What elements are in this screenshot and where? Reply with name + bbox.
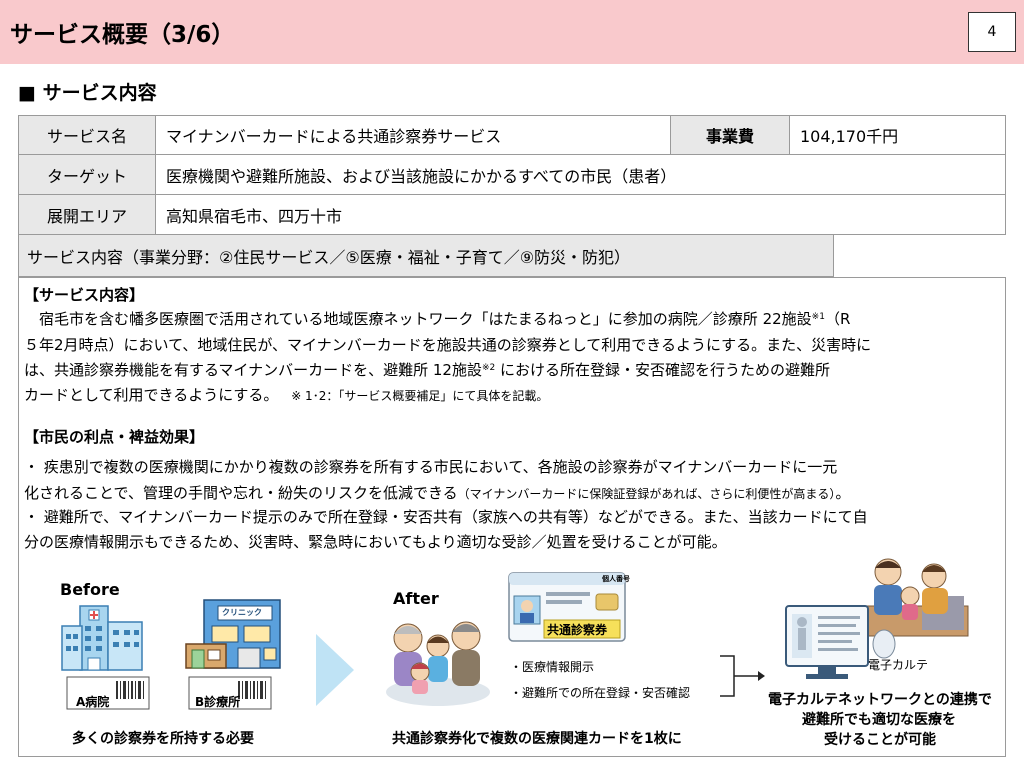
bracket-arrow-icon (720, 655, 765, 697)
benefit-2-line-2: 分の医療情報開示もできるため、災害時、緊急時においてもより適切な受診／処置を受け… (24, 533, 727, 551)
title-bar: サービス概要（3/6） 4 (0, 0, 1024, 64)
result-line-1: 電子カルテネットワークとの連携で (768, 692, 992, 708)
service-content-line-1: 宿毛市を含む幡多医療圏で活用されている地域医療ネットワーク「はたまるねっと」に参… (24, 310, 851, 328)
clinic-sign: クリニック (222, 608, 262, 617)
benefit-2-line-1: ・ 避難所で、マイナンバーカード提示のみで所在登録・安否共有（家族への共有等）な… (24, 508, 868, 526)
arrow-right-icon (316, 634, 354, 706)
cost-label: 事業費 (670, 115, 790, 155)
page-title: サービス概要（3/6） (10, 22, 235, 48)
service-content-heading: 【サービス内容】 (24, 286, 145, 304)
service-content-line-3: は、共通診察券機能を有するマイナンバーカードを、避難所 12施設※2 における所… (24, 361, 831, 379)
bullet-medical-info: ・医療情報開示 (510, 660, 595, 674)
card-header: 個人番号 (602, 575, 630, 583)
before-label: Before (60, 580, 120, 599)
clinic-b-label: B診療所 (195, 695, 241, 709)
section-heading: ■ サービス内容 (18, 82, 157, 104)
after-caption: 共通診察券化で複数の医療関連カードを1枚に (392, 731, 682, 747)
service-content-line-2: ５年2月時点）において、地域住民が、マイナンバーカードを施設共通の診察券として利… (24, 336, 872, 354)
footnote: ※ 1･2：「サービス概要補足」にて具体を記載。 (291, 389, 549, 403)
result-line-3: 受けることが可能 (824, 732, 936, 748)
service-content-line-4: カードとして利用できるようにする。 ※ 1･2：「サービス概要補足」にて具体を記… (24, 386, 549, 404)
bullet-shelter-registration: ・避難所での所在登録・安否確認 (510, 686, 691, 700)
after-label: After (393, 589, 439, 608)
target-label: ターゲット (18, 154, 156, 195)
content-label: サービス内容（事業分野：②住民サービス／⑤医療・福祉・子育て／⑨防災・防犯） (18, 234, 834, 277)
target-value: 医療機関や避難所施設、および当該施設にかかるすべての市民（患者） (155, 154, 1006, 195)
people-group-icon (386, 621, 490, 706)
hospital-a-label: A病院 (76, 695, 110, 709)
before-caption: 多くの診察券を所持する必要 (72, 731, 254, 747)
common-card-label: 共通診察券 (547, 623, 608, 637)
area-value: 高知県宿毛市、四万十市 (155, 194, 1006, 235)
service-name-value: マイナンバーカードによる共通診察券サービス (155, 115, 671, 155)
cost-value: 104,170千円 (789, 115, 1006, 155)
area-label: 展開エリア (18, 194, 156, 235)
result-line-2: 避難所でも適切な医療を (802, 712, 956, 728)
service-name-label: サービス名 (18, 115, 156, 155)
benefit-heading: 【市民の利点・裨益効果】 (24, 428, 205, 446)
benefit-1-line-1: ・ 疾患別で複数の医療機関にかかり複数の診察券を所有する市民において、各施設の診… (24, 458, 838, 476)
ekarte-label: 電子カルテ (868, 658, 929, 672)
hospital-icon (61, 605, 143, 671)
page-number: 4 (968, 12, 1016, 52)
benefit-1-line-2: 化されることで、管理の手間や忘れ・紛失のリスクを低減できる（マイナンバーカードに… (24, 484, 851, 502)
